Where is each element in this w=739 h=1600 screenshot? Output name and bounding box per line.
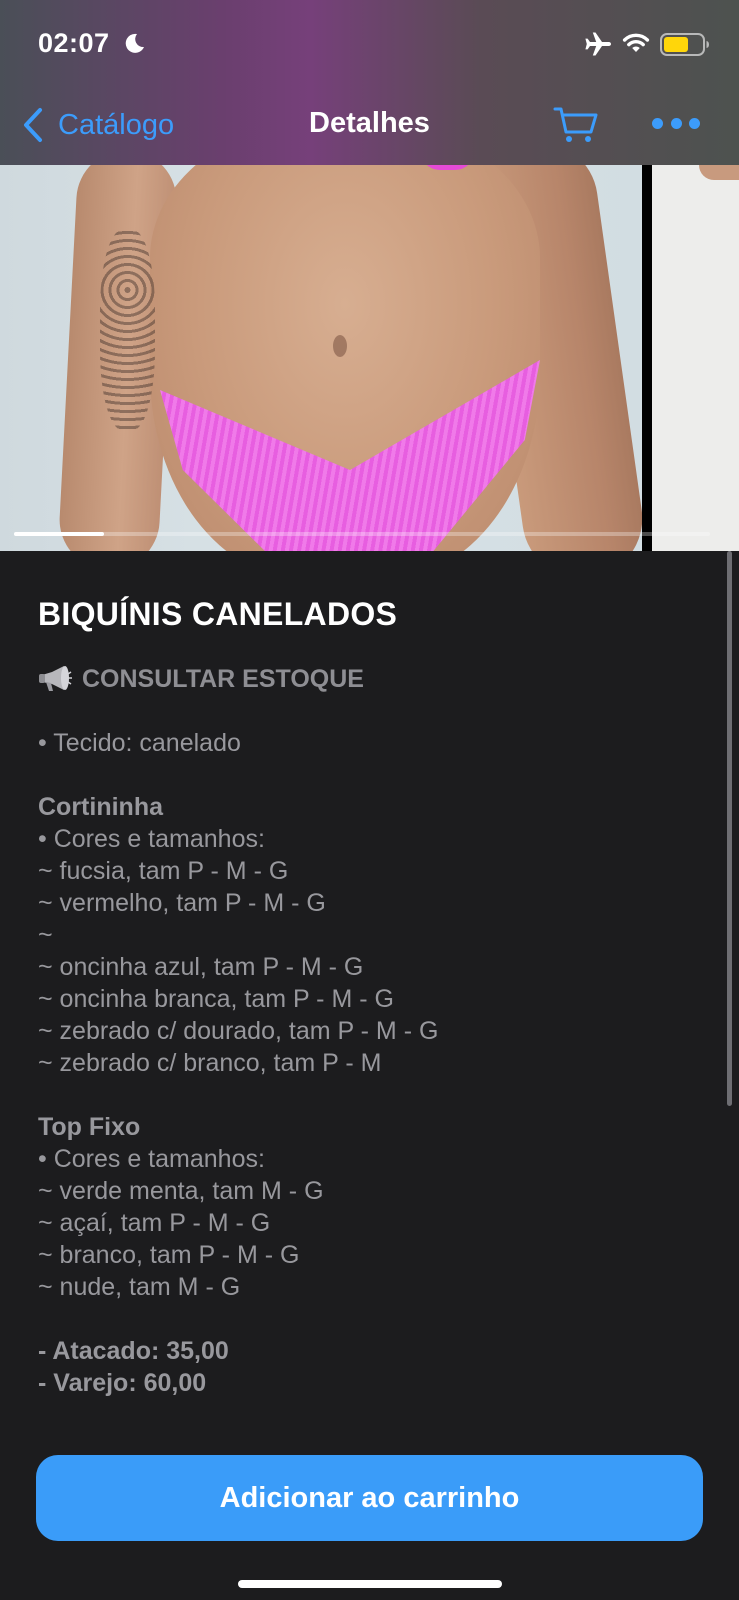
more-options-button[interactable] [652,115,700,131]
description-line [38,1079,438,1111]
description-line: ~ oncinha azul, tam P - M - G [38,953,364,981]
description-line: ~ [38,921,53,949]
scrollbar[interactable] [727,551,732,1106]
description-line: ~ verde menta, tam M - G [38,1177,324,1205]
description-line [38,759,438,791]
wifi-icon [622,33,650,52]
status-bar: 02:07 [0,0,739,90]
navigation-bar: Catálogo Detalhes [0,95,739,155]
description-line: • Tecido: canelado [38,729,241,757]
more-dot-icon [670,117,682,129]
home-indicator [238,1580,502,1588]
description-line: • Cores e tamanhos: [38,1145,265,1173]
description-line: • Cores e tamanhos: [38,825,265,853]
product-description: • Tecido: canelado Cortininha • Cores e ta… [38,727,438,1399]
gallery-progress-track [14,532,710,536]
screen: 02:07 Catálogo Detalhes BIQUÍNIS CANELAD… [0,0,739,1600]
description-heading: Top Fixo [38,1113,141,1141]
description-line: ~ fucsia, tam P - M - G [38,857,289,885]
description-heading: - Varejo: 60,00 [38,1369,207,1397]
description-heading: - Atacado: 35,00 [38,1337,229,1365]
back-button[interactable]: Catálogo [22,105,174,145]
description-line: ~ oncinha branca, tam P - M - G [38,985,394,1013]
gallery-progress-fill [14,532,105,536]
moon-icon [125,33,144,53]
stock-notice: CONSULTAR ESTOQUE [38,664,364,694]
description-line: ~ nude, tam M - G [38,1273,241,1301]
add-to-cart-button[interactable]: Adicionar ao carrinho [36,1455,703,1541]
cart-icon[interactable] [553,105,599,145]
airplane-icon [585,32,611,56]
product-title: BIQUÍNIS CANELADOS [38,596,398,632]
status-time: 02:07 [38,28,110,58]
back-button-label: Catálogo [58,108,175,141]
description-line: ~ vermelho, tam P - M - G [38,889,326,917]
description-line: ~ zebrado c/ dourado, tam P - M - G [38,1017,439,1045]
description-line: ~ branco, tam P - M - G [38,1241,300,1269]
description-line: ~ zebrado c/ branco, tam P - M [38,1049,382,1077]
more-dot-icon [689,117,700,129]
stock-label: CONSULTAR ESTOQUE [82,664,364,693]
chevron-left-icon [24,108,42,142]
product-details[interactable]: BIQUÍNIS CANELADOS CONSULTAR ESTOQUE • T… [0,551,739,1600]
megaphone-icon [39,666,72,691]
description-heading: Cortininha [38,793,163,821]
photo-tattoo [100,230,155,430]
top-bar: 02:07 Catálogo Detalhes [0,0,739,165]
description-line [38,1303,438,1335]
more-dot-icon [652,117,663,129]
battery-icon [660,33,709,56]
description-line: ~ açaí, tam P - M - G [38,1209,271,1237]
photo-navel [333,335,347,357]
